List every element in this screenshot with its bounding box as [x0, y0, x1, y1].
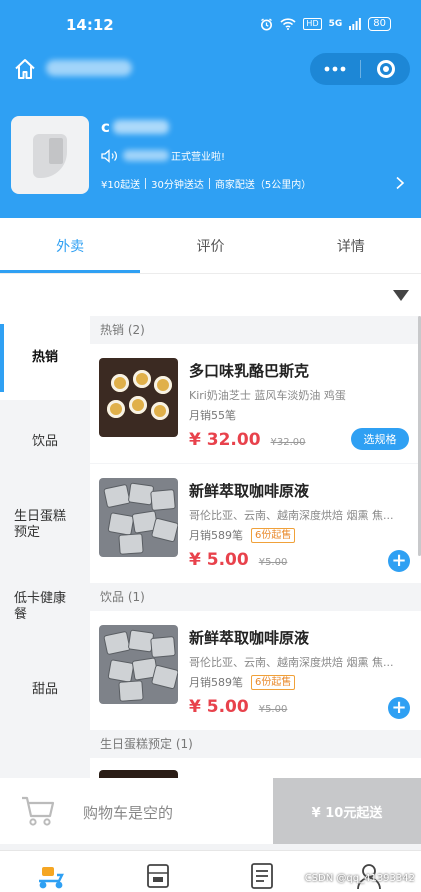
product-list[interactable]: 热销 (2) 多口味乳酪巴斯克 Kiri奶油芝士 蓝风车淡奶油 鸡蛋 月销55笔… [90, 316, 421, 778]
product-price: ¥ 5.00 ¥5.00 [189, 550, 287, 570]
category-label: 饮品 [31, 434, 58, 449]
product-card[interactable]: 多口味乳酪巴斯克 Kiri奶油芝士 蓝风车淡奶油 鸡蛋 月销55笔 ¥ 32.0… [90, 344, 421, 463]
price-current: ¥ 5.00 [189, 697, 249, 717]
price-original: ¥32.00 [270, 437, 306, 448]
shop-name-prefix: c [101, 118, 110, 136]
shop-name-blurred [112, 120, 169, 134]
product-card[interactable]: 新鲜萃取咖啡原液 哥伦比亚、云南、越南深度烘焙 烟熏 焦... 月销589笔 6… [90, 611, 421, 730]
scooter-icon[interactable] [36, 861, 66, 891]
signal-icon: 5G [328, 19, 343, 29]
category-label: 生日蛋糕预定 [14, 509, 67, 540]
info-divider [145, 178, 147, 189]
section-header: 饮品 (1) [90, 583, 421, 611]
min-order: ¥10起送 [101, 180, 141, 191]
add-to-cart-button[interactable]: + [388, 550, 410, 572]
product-name: 多口味乳酪巴斯克 [189, 362, 310, 380]
shop-title-blurred [46, 60, 132, 76]
shop-name: c [101, 118, 169, 136]
target-icon [376, 60, 395, 78]
product-desc: 哥伦比亚、云南、越南深度烘焙 烟熏 焦... [189, 509, 394, 522]
category-low-cal[interactable]: 低卡健康餐 [0, 566, 90, 648]
category-label: 热销 [31, 350, 58, 365]
price-original: ¥5.00 [258, 704, 288, 715]
cart-bar: 购物车是空的 ¥ 10元起送 [0, 778, 421, 844]
product-sales: 月销55笔 [189, 407, 236, 423]
tab-details[interactable]: 详情 [281, 218, 421, 273]
shop-tabs: 外卖 评价 详情 [0, 218, 421, 273]
category-label: 甜品 [31, 682, 58, 697]
tab-reviews[interactable]: 评价 [140, 218, 280, 273]
battery-indicator: 80 [368, 17, 391, 31]
min-quantity-badge: 6份起售 [251, 527, 296, 543]
delivery-info[interactable]: ¥10起送 30分钟送达 商家配送（5公里内） [101, 176, 311, 191]
mini-program-capsule [310, 53, 410, 85]
home-icon[interactable] [13, 57, 37, 81]
product-price: ¥ 32.00 ¥32.00 [189, 430, 306, 450]
product-image [99, 770, 178, 778]
category-hot[interactable]: 热销 [0, 316, 90, 400]
watermark: CSDN @qq_41393342 [304, 873, 415, 884]
product-name: 新鲜萃取咖啡原液 [189, 629, 310, 647]
speaker-icon [101, 148, 117, 163]
choose-spec-button[interactable]: 选规格 [351, 428, 409, 450]
product-card[interactable] [90, 758, 421, 778]
more-dots-icon [324, 66, 346, 72]
shop-notice: 正式营业啦! [101, 148, 225, 163]
sales-text: 月销589笔 [189, 529, 243, 542]
product-image [99, 625, 178, 704]
close-mini-program-button[interactable] [361, 53, 410, 85]
category-drinks[interactable]: 饮品 [0, 400, 90, 484]
more-button[interactable] [310, 53, 360, 85]
notice-blurred [123, 150, 169, 161]
order-list-icon[interactable] [247, 861, 277, 891]
min-quantity-badge: 6份起售 [251, 674, 296, 690]
category-birthday-cake[interactable]: 生日蛋糕预定 [0, 484, 90, 566]
product-sales: 月销589笔 6份起售 [189, 674, 296, 690]
price-current: ¥ 5.00 [189, 550, 249, 570]
chevron-right-icon[interactable] [395, 176, 405, 190]
tab-takeout[interactable]: 外卖 [0, 218, 141, 273]
category-label: 低卡健康餐 [14, 591, 67, 622]
status-icons: HD 5G 80 [260, 17, 391, 31]
checkout-button[interactable]: ¥ 10元起送 [273, 778, 421, 844]
product-sales: 月销589笔 6份起售 [189, 527, 296, 543]
category-dessert[interactable]: 甜品 [0, 648, 90, 732]
dropdown-triangle-icon[interactable] [393, 290, 409, 301]
mini-program-nav [0, 50, 421, 88]
price-original: ¥5.00 [258, 557, 288, 568]
section-header: 生日蛋糕预定 (1) [90, 730, 421, 758]
product-image [99, 478, 178, 557]
sales-text: 月销589笔 [189, 676, 243, 689]
shop-header: 14:12 HD 5G 80 c 正式营业啦! ¥10起送 30分钟送达 商家配… [0, 0, 421, 218]
status-bar: 14:12 HD 5G 80 [0, 0, 421, 50]
hd-badge: HD [303, 18, 322, 30]
cart-empty-text: 购物车是空的 [83, 804, 174, 822]
info-divider [208, 178, 210, 189]
filter-bar [0, 274, 421, 316]
bottom-nav [0, 850, 421, 892]
add-to-cart-button[interactable]: + [388, 697, 410, 719]
notice-text: 正式营业啦! [171, 152, 226, 163]
product-image [99, 358, 178, 437]
vip-card-icon[interactable] [143, 861, 173, 891]
category-sidebar: 热销 饮品 生日蛋糕预定 低卡健康餐 甜品 [0, 316, 90, 778]
delivery-mode: 商家配送（5公里内） [214, 180, 312, 191]
product-card[interactable]: 新鲜萃取咖啡原液 哥伦比亚、云南、越南深度烘焙 烟熏 焦... 月销589笔 6… [90, 464, 421, 583]
price-current: ¥ 32.00 [189, 430, 261, 450]
product-desc: Kiri奶油芝士 蓝风车淡奶油 鸡蛋 [189, 389, 346, 402]
product-desc: 哥伦比亚、云南、越南深度烘焙 烟熏 焦... [189, 656, 394, 669]
product-name: 新鲜萃取咖啡原液 [189, 482, 310, 500]
status-time: 14:12 [66, 16, 114, 34]
sales-text: 月销55笔 [189, 409, 236, 422]
wifi-icon [280, 18, 296, 30]
shop-logo [11, 116, 89, 194]
signal-bars-icon [349, 18, 362, 30]
cart-icon[interactable] [20, 794, 56, 828]
section-header: 热销 (2) [90, 316, 421, 344]
product-price: ¥ 5.00 ¥5.00 [189, 697, 287, 717]
alarm-icon [261, 17, 273, 30]
delivery-time: 30分钟送达 [151, 180, 204, 191]
logo-shape-inner [49, 138, 63, 164]
